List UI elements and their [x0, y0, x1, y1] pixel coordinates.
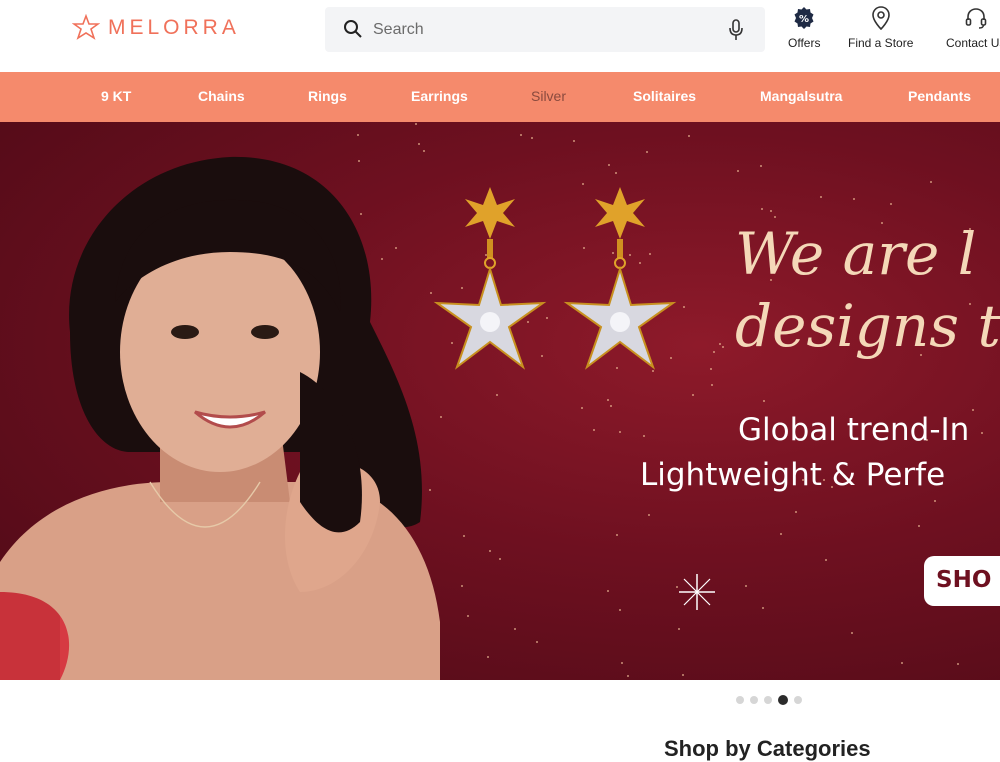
sparkle-dot: [760, 164, 763, 167]
site-header: MELORRA % Offers Find a Store: [0, 0, 1000, 72]
sparkle-dot: [934, 500, 937, 503]
carousel-dot[interactable]: [764, 696, 772, 704]
sparkle-dot: [900, 662, 903, 665]
earrings-product-image: [433, 187, 677, 370]
banner-subtitle-line2: Lightweight & Perfe: [640, 457, 946, 493]
sparkle-dot: [626, 674, 629, 677]
sparkle-dot: [610, 404, 613, 407]
sparkle-dot: [853, 198, 856, 201]
sparkle-dot: [820, 195, 823, 198]
carousel-dots: [736, 695, 802, 705]
category-nav: 9 KT Chains Rings Earrings Silver Solita…: [0, 72, 1000, 122]
sparkle-dot: [710, 368, 713, 371]
sparkle-dot: [619, 430, 622, 433]
sparkle-dot: [615, 534, 618, 537]
sparkle-dot: [619, 608, 622, 611]
search-icon[interactable]: [343, 19, 363, 39]
offers-label: Offers: [788, 36, 821, 50]
nav-item-solitaires[interactable]: Solitaires: [633, 88, 696, 104]
nav-item-mangalsutra[interactable]: Mangalsutra: [760, 88, 842, 104]
sparkle-star-icon: [679, 574, 715, 610]
sparkle-dot: [773, 216, 776, 219]
carousel-dot[interactable]: [736, 696, 744, 704]
offers-button[interactable]: % Offers: [788, 6, 820, 50]
sparkle-dot: [825, 558, 828, 561]
banner-subtitle-line1: Global trend-In: [738, 412, 970, 448]
sparkle-dot: [573, 139, 576, 142]
sparkle-dot: [620, 661, 623, 664]
sparkle-dot: [780, 533, 783, 536]
sparkle-dot: [648, 514, 651, 517]
sparkle-dot: [608, 164, 611, 167]
sparkle-dot: [677, 627, 680, 630]
section-title-shop-by-categories: Shop by Categories: [664, 736, 871, 761]
logo-text: MELORRA: [108, 16, 240, 39]
sparkle-dot: [917, 524, 920, 527]
sparkle-dot: [762, 607, 765, 610]
sparkle-dot: [770, 210, 773, 213]
nav-item-silver[interactable]: Silver: [531, 88, 566, 104]
sparkle-dot: [711, 383, 714, 386]
search-input[interactable]: [373, 7, 703, 52]
location-pin-icon: [871, 6, 890, 30]
banner-headline-line1: We are l: [735, 220, 977, 288]
sparkle-dot: [643, 434, 646, 437]
sparkle-dot: [722, 346, 725, 349]
sparkle-dot: [593, 429, 596, 432]
sparkle-dot: [971, 409, 974, 412]
banner-headline-line2: designs th: [735, 292, 1000, 360]
find-store-button[interactable]: Find a Store: [848, 6, 913, 50]
sparkle-dot: [736, 170, 739, 173]
sparkle-dot: [719, 342, 722, 345]
headset-icon: [965, 8, 986, 29]
sparkle-dot: [761, 207, 764, 210]
sparkle-dot: [681, 674, 684, 677]
nav-item-earrings[interactable]: Earrings: [411, 88, 468, 104]
sparkle-dot: [645, 151, 648, 154]
nav-item-rings[interactable]: Rings: [308, 88, 347, 104]
sparkle-dot: [763, 400, 766, 403]
nav-item-9kt[interactable]: 9 KT: [101, 88, 131, 104]
sparkle-dot: [890, 203, 893, 206]
sparkle-dot: [930, 180, 933, 183]
sparkle-dot: [851, 632, 854, 635]
hero-banner[interactable]: We are l designs th Global trend-In Ligh…: [0, 122, 1000, 680]
sparkle-dot: [607, 589, 610, 592]
offers-percent-icon: %: [794, 7, 814, 29]
sparkle-dot: [794, 511, 797, 514]
sparkle-dot: [581, 406, 584, 409]
sparkle-dot: [615, 172, 618, 175]
contact-label: Contact Us: [946, 36, 1000, 50]
melorra-logo[interactable]: MELORRA: [72, 14, 240, 42]
carousel-dot[interactable]: [794, 696, 802, 704]
sparkle-dot: [688, 135, 691, 138]
sparkle-dot: [712, 351, 715, 354]
svg-text:%: %: [799, 14, 809, 25]
carousel-dot-active[interactable]: [778, 695, 788, 705]
sparkle-dot: [744, 584, 747, 587]
sparkle-dot: [957, 663, 960, 666]
nav-item-pendants[interactable]: Pendants: [908, 88, 971, 104]
sparkle-dot: [606, 398, 609, 401]
microphone-icon[interactable]: [728, 19, 744, 41]
nav-item-chains[interactable]: Chains: [198, 88, 245, 104]
sparkle-dot: [980, 431, 983, 434]
star-logo-icon: [72, 14, 100, 40]
search-bar[interactable]: [325, 7, 765, 52]
find-store-label: Find a Store: [848, 36, 914, 50]
contact-button[interactable]: Contact Us: [946, 6, 1000, 50]
shop-now-button[interactable]: SHO: [924, 556, 1000, 606]
carousel-dot[interactable]: [750, 696, 758, 704]
sparkle-dot: [692, 393, 695, 396]
